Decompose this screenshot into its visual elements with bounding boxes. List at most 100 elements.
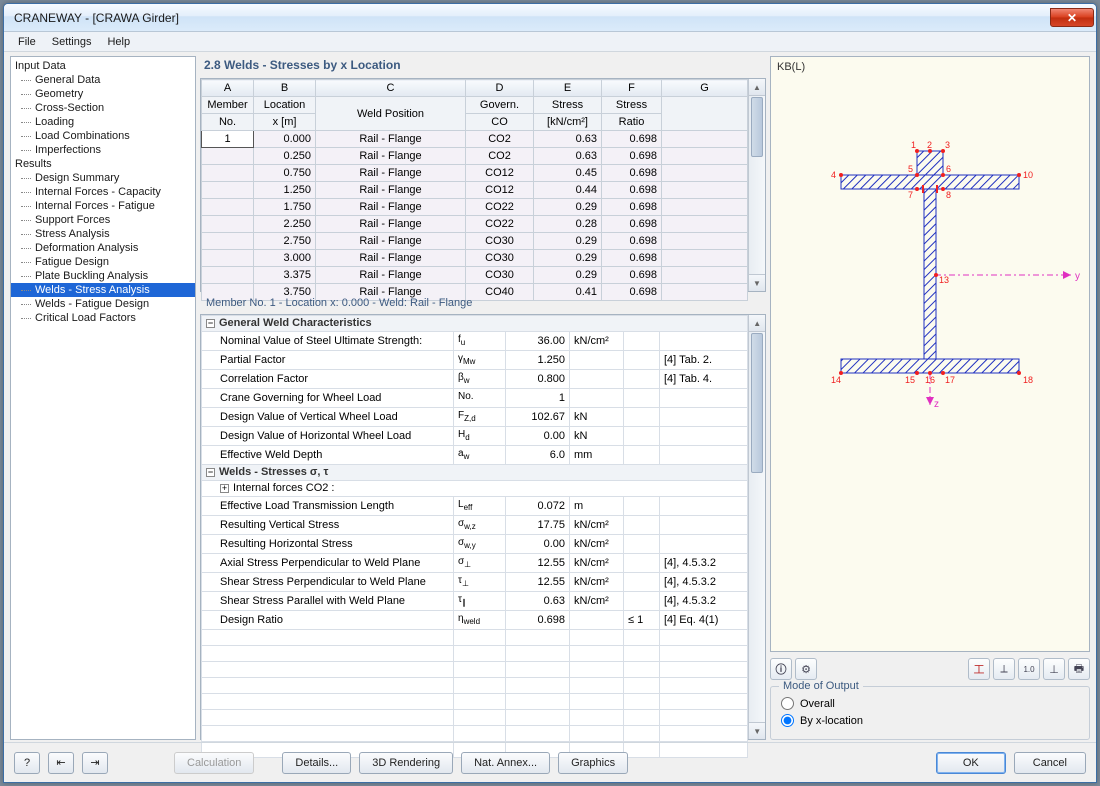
close-button[interactable]: ✕ (1050, 8, 1094, 27)
tree-input-data[interactable]: Input Data (11, 59, 195, 73)
tree-plate-buckling[interactable]: Plate Buckling Analysis (11, 269, 195, 283)
table-row[interactable]: 3.375Rail - FlangeCO300.290.698 (202, 267, 748, 284)
tree-internal-fatigue[interactable]: Internal Forces - Fatigue (11, 199, 195, 213)
detail-row[interactable]: Effective Weld Depthaw6.0mm (202, 446, 748, 465)
scroll-up-icon[interactable]: ▲ (749, 315, 765, 332)
tree-deformation[interactable]: Deformation Analysis (11, 241, 195, 255)
detail-row[interactable]: Crane Governing for Wheel LoadNo.1 (202, 389, 748, 408)
col-d[interactable]: D (466, 80, 534, 97)
table-row[interactable]: 1.250Rail - FlangeCO120.440.698 (202, 182, 748, 199)
table-row[interactable]: 0.750Rail - FlangeCO120.450.698 (202, 165, 748, 182)
tree-support-forces[interactable]: Support Forces (11, 213, 195, 227)
view-values-icon[interactable]: 1.0 (1018, 658, 1040, 680)
hdr-weld: Weld Position (316, 97, 466, 131)
menu-settings[interactable]: Settings (44, 34, 100, 50)
table-row[interactable]: 2.750Rail - FlangeCO300.290.698 (202, 233, 748, 250)
svg-text:6: 6 (946, 164, 951, 174)
next-button[interactable]: ⇥ (82, 752, 108, 774)
tree-results[interactable]: Results (11, 157, 195, 171)
tree-load-combinations[interactable]: Load Combinations (11, 129, 195, 143)
results-grid[interactable]: A B C D E F G Member Location Weld Posit… (200, 78, 766, 292)
svg-text:5: 5 (908, 164, 913, 174)
view-section-icon[interactable]: 工 (968, 658, 990, 680)
tree-critical-load[interactable]: Critical Load Factors (11, 311, 195, 325)
col-b[interactable]: B (254, 80, 316, 97)
view-axes-icon[interactable]: ⊥ (1043, 658, 1065, 680)
grid-scrollbar[interactable]: ▲ ▼ (748, 79, 765, 291)
tree-general-data[interactable]: General Data (11, 73, 195, 87)
scroll-thumb[interactable] (751, 333, 763, 473)
mode-title: Mode of Output (779, 680, 863, 692)
col-c[interactable]: C (316, 80, 466, 97)
col-f[interactable]: F (602, 80, 662, 97)
info-icon[interactable]: ⓘ (770, 658, 792, 680)
detail-row[interactable]: Design Value of Horizontal Wheel LoadHd0… (202, 427, 748, 446)
scroll-up-icon[interactable]: ▲ (749, 79, 765, 96)
menu-file[interactable]: File (10, 34, 44, 50)
table-row[interactable]: 2.250Rail - FlangeCO220.280.698 (202, 216, 748, 233)
menu-help[interactable]: Help (99, 34, 138, 50)
tree-geometry[interactable]: Geometry (11, 87, 195, 101)
table-row[interactable]: 0.250Rail - FlangeCO20.630.698 (202, 148, 748, 165)
view-elevation-icon[interactable]: ⟂ (993, 658, 1015, 680)
detail-row[interactable]: Shear Stress Perpendicular to Weld Plane… (202, 573, 748, 592)
svg-text:14: 14 (831, 375, 841, 385)
help-button[interactable]: ? (14, 752, 40, 774)
scroll-down-icon[interactable]: ▼ (749, 722, 765, 739)
radio-overall[interactable] (781, 697, 794, 710)
detail-row[interactable]: Design Ratioηweld0.698≤ 1[4] Eq. 4(1) (202, 611, 748, 630)
prev-button[interactable]: ⇤ (48, 752, 74, 774)
detail-panel[interactable]: −General Weld CharacteristicsNominal Val… (200, 314, 766, 740)
radio-byx[interactable] (781, 714, 794, 727)
detail-row[interactable]: Partial FactorγMw1.250[4] Tab. 2. (202, 351, 748, 370)
radio-overall-row[interactable]: Overall (781, 695, 1079, 712)
details-button[interactable]: Details... (282, 752, 351, 774)
tree-internal-capacity[interactable]: Internal Forces - Capacity (11, 185, 195, 199)
table-row[interactable]: 10.000Rail - FlangeCO20.630.698 (202, 131, 748, 148)
cancel-button[interactable]: Cancel (1014, 752, 1086, 774)
calculation-button[interactable]: Calculation (174, 752, 254, 774)
detail-table[interactable]: −General Weld CharacteristicsNominal Val… (201, 315, 748, 758)
detail-row[interactable]: Design Value of Vertical Wheel LoadFZ,d1… (202, 408, 748, 427)
scroll-thumb[interactable] (751, 97, 763, 157)
main-area: Input Data General Data Geometry Cross-S… (4, 52, 1096, 742)
results-table[interactable]: A B C D E F G Member Location Weld Posit… (201, 79, 748, 301)
tree-fatigue-design[interactable]: Fatigue Design (11, 255, 195, 269)
titlebar[interactable]: CRANEWAY - [CRAWA Girder] ✕ (4, 4, 1096, 32)
detail-row[interactable]: Resulting Vertical Stressσw,z17.75kN/cm² (202, 516, 748, 535)
section-viewer[interactable]: KB(L) y (770, 56, 1090, 652)
svg-text:18: 18 (1023, 375, 1033, 385)
tree-welds-fatigue[interactable]: Welds - Fatigue Design (11, 297, 195, 311)
detail-scrollbar[interactable]: ▲ ▼ (748, 315, 765, 739)
hdr-stress: Stress (534, 97, 602, 114)
col-a[interactable]: A (202, 80, 254, 97)
ok-button[interactable]: OK (936, 752, 1006, 774)
col-e[interactable]: E (534, 80, 602, 97)
tree-welds-stress[interactable]: Welds - Stress Analysis (11, 283, 195, 297)
detail-row[interactable]: Shear Stress Parallel with Weld Planeτ∥0… (202, 592, 748, 611)
settings-icon[interactable]: ⚙ (795, 658, 817, 680)
detail-row[interactable]: Effective Load Transmission LengthLeff0.… (202, 497, 748, 516)
detail-row[interactable]: Axial Stress Perpendicular to Weld Plane… (202, 554, 748, 573)
detail-row[interactable]: Resulting Horizontal Stressσw,y0.00kN/cm… (202, 535, 748, 554)
print-icon[interactable]: 🖶 (1068, 658, 1090, 680)
detail-row[interactable]: Nominal Value of Steel Ultimate Strength… (202, 332, 748, 351)
graphics-button[interactable]: Graphics (558, 752, 628, 774)
tree-design-summary[interactable]: Design Summary (11, 171, 195, 185)
col-g[interactable]: G (662, 80, 748, 97)
annex-button[interactable]: Nat. Annex... (461, 752, 550, 774)
radio-byx-row[interactable]: By x-location (781, 712, 1079, 729)
table-row[interactable]: 1.750Rail - FlangeCO220.290.698 (202, 199, 748, 216)
tree-cross-section[interactable]: Cross-Section (11, 101, 195, 115)
scroll-down-icon[interactable]: ▼ (749, 274, 765, 291)
tree-stress-analysis[interactable]: Stress Analysis (11, 227, 195, 241)
tree-loading[interactable]: Loading (11, 115, 195, 129)
right-panel: KB(L) y (770, 56, 1090, 740)
tree-imperfections[interactable]: Imperfections (11, 143, 195, 157)
rendering-button[interactable]: 3D Rendering (359, 752, 453, 774)
table-row[interactable]: 3.000Rail - FlangeCO300.290.698 (202, 250, 748, 267)
svg-text:7: 7 (908, 190, 913, 200)
hdr-ratio: Stress (602, 97, 662, 114)
nav-tree[interactable]: Input Data General Data Geometry Cross-S… (10, 56, 196, 740)
detail-row[interactable]: Correlation Factorβw0.800[4] Tab. 4. (202, 370, 748, 389)
